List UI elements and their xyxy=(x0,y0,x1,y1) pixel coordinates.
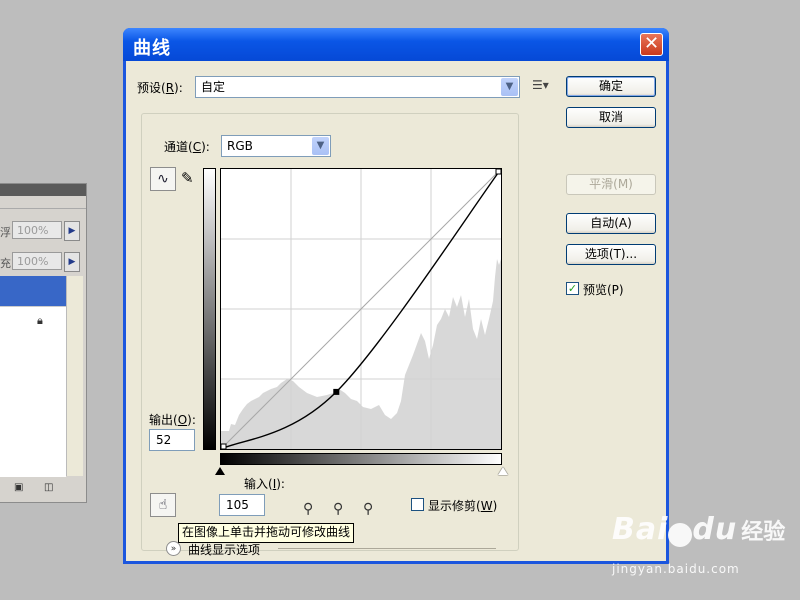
channel-value: RGB xyxy=(227,139,253,153)
expand-icon[interactable]: » xyxy=(166,541,181,556)
channel-select[interactable]: RGB ▼ xyxy=(221,135,331,157)
opacity-label: 浮 xyxy=(0,226,11,239)
show-clipping-label: 显示修剪(W) xyxy=(428,499,498,513)
opacity-arrow-button[interactable]: ▶ xyxy=(64,221,80,241)
opacity-field[interactable]: 100% xyxy=(12,221,62,239)
white-point-slider[interactable] xyxy=(498,467,508,475)
layers-panel: 浮 100% ▶ 充 100% ▶ 🔒︎ ▣ ◫ xyxy=(0,183,87,503)
black-point-slider[interactable] xyxy=(215,467,225,475)
input-label: 输入(I): xyxy=(244,477,285,491)
cancel-button[interactable]: 取消 xyxy=(566,107,656,128)
pencil-icon[interactable]: ✎ xyxy=(181,169,194,187)
new-layer-icon[interactable]: ◫ xyxy=(44,482,53,493)
input-field[interactable]: 105 xyxy=(219,494,265,516)
close-button[interactable]: ✕ xyxy=(640,33,663,56)
fill-arrow-button[interactable]: ▶ xyxy=(64,252,80,272)
white-eyedropper-icon[interactable]: ⚲ xyxy=(363,501,373,517)
black-eyedropper-icon[interactable]: ⚲ xyxy=(303,501,313,517)
preset-select[interactable]: 自定 ▼ xyxy=(195,76,520,98)
output-field[interactable]: 52 xyxy=(149,429,195,451)
output-gradient-bar xyxy=(203,168,216,450)
fill-field[interactable]: 100% xyxy=(12,252,62,270)
curve-control-point[interactable] xyxy=(333,388,340,395)
curve-icon: ∿ xyxy=(157,171,169,187)
preset-options-icon[interactable]: ☰▾ xyxy=(532,78,549,92)
curves-graph[interactable] xyxy=(220,168,502,450)
fill-label: 充 xyxy=(0,257,11,270)
layers-scrollbar[interactable] xyxy=(66,276,83,476)
dialog-titlebar[interactable]: 曲线 ✕ xyxy=(123,28,669,61)
close-icon: ✕ xyxy=(643,33,660,54)
input-gradient-bar xyxy=(220,453,502,465)
dialog-client: 预设(R): 自定 ▼ ☰▾ 确定 取消 平滑(M) 自动(A) 选项(T)..… xyxy=(126,61,666,561)
gray-eyedropper-icon[interactable]: ⚲ xyxy=(333,501,343,517)
watermark-url: jingyan.baidu.com xyxy=(612,562,740,576)
chevron-down-icon: ▼ xyxy=(312,137,329,155)
output-label: 输出(O): xyxy=(149,413,196,427)
ok-button[interactable]: 确定 xyxy=(566,76,656,97)
preview-checkbox[interactable]: ✓ xyxy=(566,282,579,295)
baidu-logo-text-2: du xyxy=(692,512,738,547)
auto-button[interactable]: 自动(A) xyxy=(566,213,656,234)
on-image-adjust-button[interactable]: ☝ xyxy=(150,493,176,517)
separator-line xyxy=(278,548,496,549)
show-clipping-checkbox[interactable] xyxy=(411,498,424,511)
channel-label: 通道(C): xyxy=(161,138,213,155)
hand-adjust-icon: ☝ xyxy=(158,497,168,513)
dialog-title: 曲线 xyxy=(133,38,171,59)
curve-endpoint-black[interactable] xyxy=(220,443,227,450)
preset-label: 预设(R): xyxy=(137,81,183,95)
baidu-paw-icon xyxy=(668,522,693,547)
smooth-button: 平滑(M) xyxy=(566,174,656,195)
preview-label: 预览(P) xyxy=(583,283,624,297)
lock-icon: 🔒︎ xyxy=(37,314,43,327)
curves-canvas xyxy=(220,168,502,450)
selected-layer-row[interactable] xyxy=(0,276,66,306)
curve-endpoint-white[interactable] xyxy=(495,168,502,175)
panel-menu-row xyxy=(0,196,86,209)
chevron-down-icon: ▼ xyxy=(501,78,518,96)
baidu-watermark: Bai du 经验 jingyan.baidu.com xyxy=(612,512,786,576)
baidu-logo-text: Bai xyxy=(612,512,669,547)
new-group-icon[interactable]: ▣ xyxy=(14,482,23,493)
layers-list xyxy=(0,306,66,477)
layers-panel-titlebar xyxy=(0,184,86,196)
display-options-label: 曲线显示选项 xyxy=(188,543,261,557)
curve-point-tool-button[interactable]: ∿ xyxy=(150,167,176,191)
curves-dialog: 曲线 ✕ 预设(R): 自定 ▼ ☰▾ 确定 取消 平滑(M) 自动(A) 选项… xyxy=(123,28,669,564)
tooltip: 在图像上单击并拖动可修改曲线 xyxy=(178,523,355,543)
options-button[interactable]: 选项(T)... xyxy=(566,244,656,265)
jingyan-text: 经验 xyxy=(741,520,786,545)
preset-value: 自定 xyxy=(201,80,226,94)
